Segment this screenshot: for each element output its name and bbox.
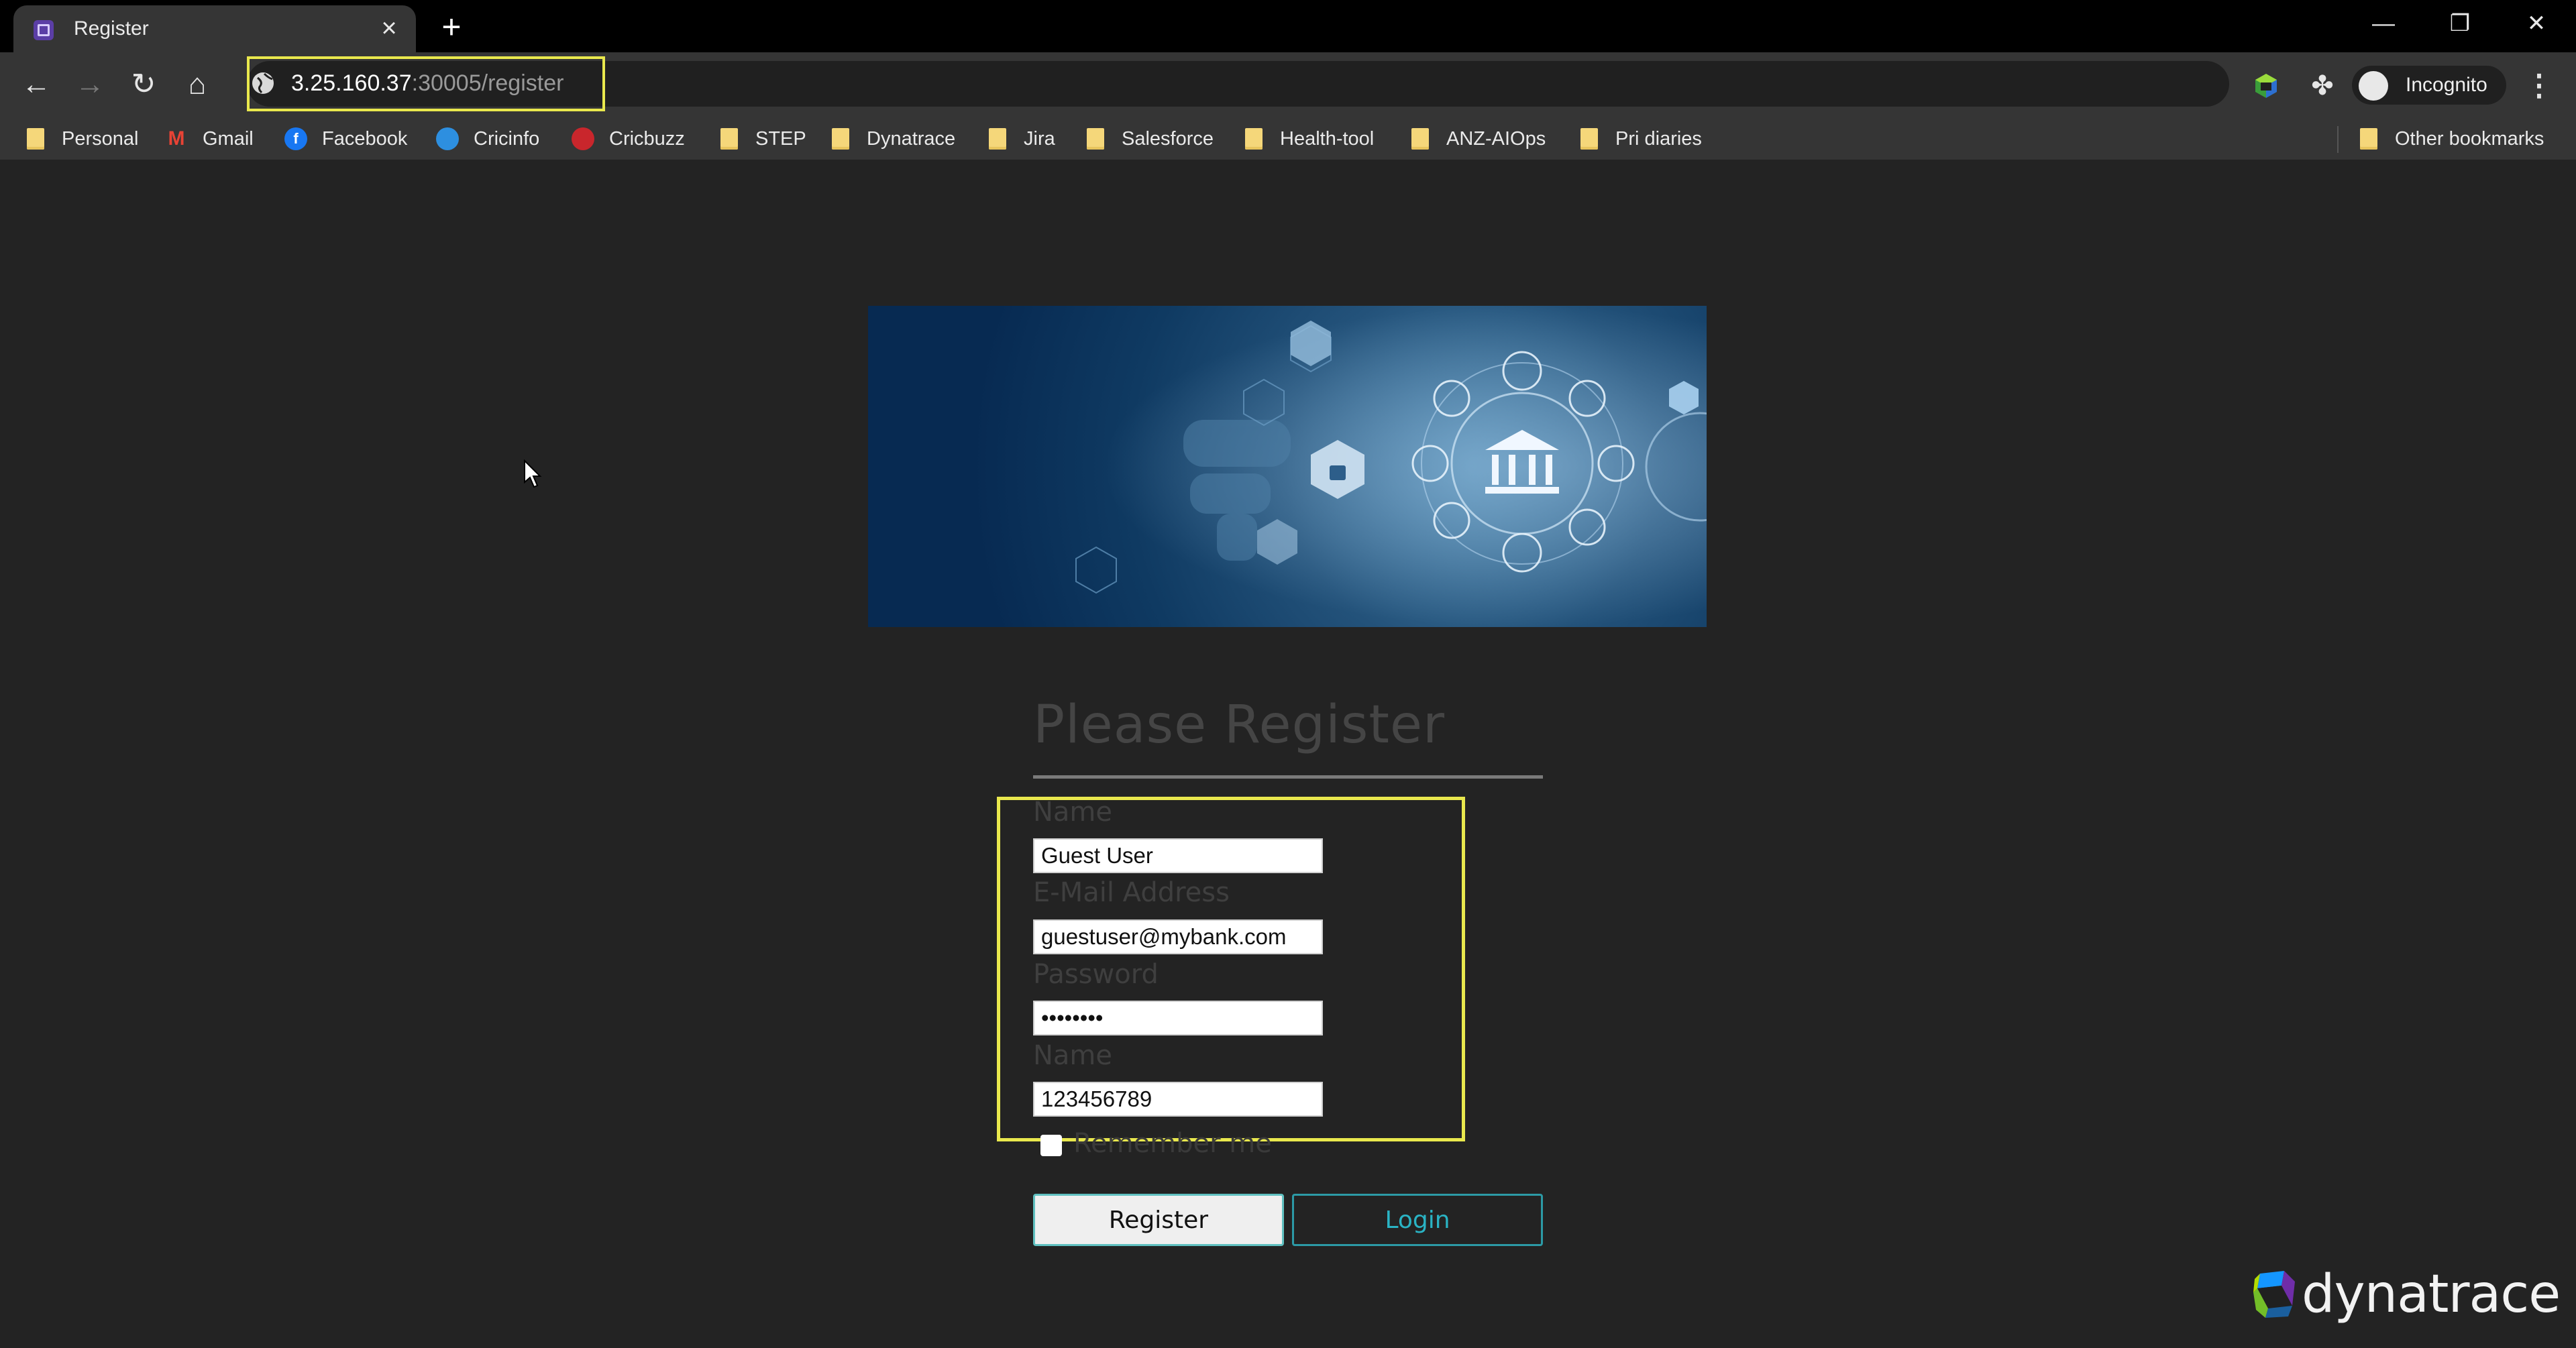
bookmark-label: ANZ-AIOps	[1446, 127, 1546, 150]
bookmark-label: Facebook	[322, 127, 408, 150]
phone-field[interactable]	[1033, 1082, 1323, 1117]
email-field[interactable]	[1033, 919, 1323, 954]
page-title: Please Register	[1033, 695, 1446, 755]
tab-register[interactable]: Register ×	[13, 5, 416, 52]
bookmark-dynatrace[interactable]: Dynatrace	[832, 125, 955, 153]
incognito-icon	[2359, 71, 2388, 101]
other-bookmarks-label: Other bookmarks	[2395, 127, 2544, 150]
bookmark-cricbuzz[interactable]: Cricbuzz	[572, 125, 685, 153]
bookmark-salesforce[interactable]: Salesforce	[1087, 125, 1214, 153]
folder-icon	[720, 128, 738, 150]
bookmark-personal[interactable]: Personal	[27, 125, 138, 153]
bookmark-label: Personal	[62, 127, 139, 150]
register-button[interactable]: Register	[1033, 1194, 1284, 1246]
name-field[interactable]	[1033, 838, 1323, 873]
bookmark-facebook[interactable]: f Facebook	[284, 125, 407, 153]
bookmark-health-tool[interactable]: Health-tool	[1245, 125, 1374, 153]
digital-banking-illustration	[868, 306, 1707, 627]
folder-icon	[1411, 128, 1429, 150]
bookmark-anz-aiops[interactable]: ANZ-AIOps	[1411, 125, 1546, 153]
tab-favicon-icon	[34, 20, 54, 40]
new-tab-icon[interactable]: +	[433, 8, 470, 46]
gmail-icon: M	[168, 127, 185, 150]
bookmark-label: Health-tool	[1280, 127, 1375, 150]
bookmark-label: STEP	[755, 127, 806, 150]
password-label: Password	[1033, 959, 1159, 990]
browser-menu-icon[interactable]: ⋮	[2522, 66, 2556, 106]
bookmark-jira[interactable]: Jira	[989, 125, 1055, 153]
cricbuzz-icon	[572, 127, 594, 150]
login-button[interactable]: Login	[1292, 1194, 1543, 1246]
other-bookmarks[interactable]: Other bookmarks	[2360, 125, 2544, 153]
tab-strip: Register × + — ❐ ✕	[0, 0, 2576, 52]
incognito-label: Incognito	[2406, 74, 2487, 96]
tab-close-icon[interactable]: ×	[373, 12, 405, 44]
title-divider	[1033, 775, 1543, 779]
back-icon[interactable]: ←	[16, 64, 56, 105]
site-info-icon[interactable]	[250, 70, 276, 97]
bookmarks-divider	[2337, 126, 2339, 153]
name-label: Name	[1033, 797, 1113, 828]
tab-title: Register	[74, 17, 149, 40]
mouse-cursor-icon	[524, 459, 542, 488]
forward-icon[interactable]: →	[70, 64, 110, 105]
bookmark-label: Jira	[1024, 127, 1055, 150]
bookmark-label: Salesforce	[1122, 127, 1214, 150]
reload-icon[interactable]: ↻	[123, 64, 164, 105]
bookmark-label: Cricinfo	[474, 127, 540, 150]
cricinfo-icon	[436, 127, 459, 150]
dynatrace-logo: dynatrace	[2251, 1264, 2561, 1325]
remember-me-label: Remember me	[1073, 1128, 1272, 1159]
folder-icon	[1245, 128, 1263, 150]
folder-icon	[1580, 128, 1598, 150]
bookmark-label: Cricbuzz	[609, 127, 685, 150]
phone-label: Name	[1033, 1040, 1113, 1071]
incognito-profile-button[interactable]: Incognito	[2352, 66, 2506, 105]
dynatrace-mark-icon	[2253, 1271, 2295, 1318]
browser-toolbar: ← → ↻ ⌂ 3.25.160.37:30005/register ✤ Inc…	[0, 52, 2576, 118]
bookmark-label: Gmail	[203, 127, 254, 150]
dynatrace-logo-text: dynatrace	[2302, 1264, 2561, 1325]
bookmark-label: Pri diaries	[1615, 127, 1702, 150]
extension-color-icon[interactable]	[2251, 71, 2281, 101]
remember-me-checkbox[interactable]	[1040, 1135, 1062, 1156]
url-text[interactable]: 3.25.160.37:30005/register	[291, 70, 564, 97]
bookmark-step[interactable]: STEP	[720, 125, 806, 153]
window-close-icon[interactable]: ✕	[2500, 0, 2573, 47]
folder-icon	[989, 128, 1006, 150]
home-icon[interactable]: ⌂	[177, 64, 217, 105]
restore-icon[interactable]: ❐	[2423, 0, 2497, 47]
folder-icon	[1087, 128, 1104, 150]
folder-icon	[832, 128, 849, 150]
minimize-icon[interactable]: —	[2347, 0, 2420, 47]
bookmark-cricinfo[interactable]: Cricinfo	[436, 125, 539, 153]
email-label: E-Mail Address	[1033, 877, 1230, 908]
bookmark-label: Dynatrace	[867, 127, 956, 150]
facebook-icon: f	[284, 127, 307, 150]
password-field[interactable]	[1033, 1001, 1323, 1035]
folder-icon	[2360, 128, 2377, 150]
bookmark-gmail[interactable]: M Gmail	[165, 125, 254, 153]
bookmark-pri-diaries[interactable]: Pri diaries	[1580, 125, 1702, 153]
bookmarks-bar: Personal M Gmail f Facebook Cricinfo Cri…	[0, 118, 2576, 160]
hero-banner-image	[868, 306, 1707, 627]
folder-icon	[27, 128, 44, 150]
extensions-puzzle-icon[interactable]: ✤	[2302, 68, 2343, 103]
